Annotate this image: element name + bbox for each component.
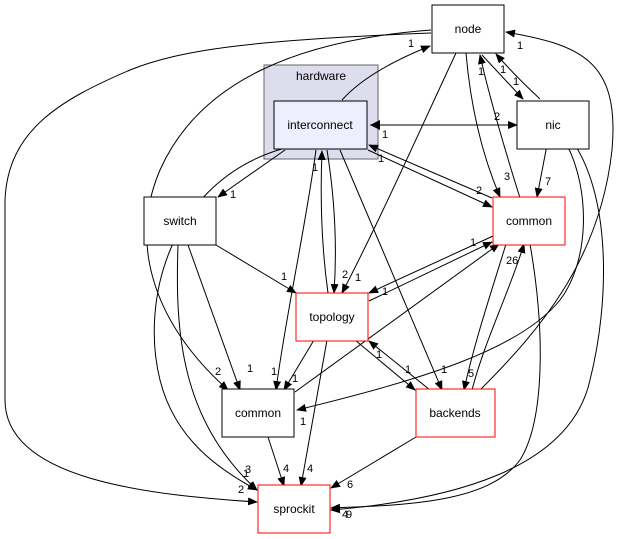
edge-switch-topology[interactable] <box>215 244 297 294</box>
node-common-left[interactable]: common <box>221 388 295 438</box>
edge-topology-sprockit[interactable] <box>298 339 328 487</box>
edge-common-interconnect[interactable] <box>368 144 493 199</box>
node-label: backends <box>429 406 480 420</box>
edge-label: 1 <box>408 38 414 50</box>
node-label: common <box>235 406 281 420</box>
edge-label: 1 <box>230 189 236 201</box>
edge-interconnect-common-left[interactable] <box>273 149 317 391</box>
edge-label: 2 <box>476 185 482 197</box>
edge-interconnect-topology[interactable] <box>326 149 339 294</box>
edge-label: 4 <box>342 509 348 521</box>
edge-label: 1 <box>517 40 523 52</box>
edge-label: 1 <box>405 364 411 376</box>
edge-label: 1 <box>247 363 253 375</box>
edge-label: 1 <box>243 468 249 480</box>
node-nic[interactable]: nic <box>516 100 590 150</box>
edge-label: 1 <box>470 237 476 249</box>
node-label: interconnect <box>287 118 353 132</box>
edge-interconnect-backends[interactable] <box>339 149 443 391</box>
edge-label: 1 <box>382 286 388 298</box>
edge-label: 1 <box>382 129 388 141</box>
edge-label: 6 <box>347 479 353 491</box>
edge-label: 1 <box>281 271 287 283</box>
node-label: sprockit <box>273 502 315 516</box>
edge-common-left-sprockit[interactable] <box>267 436 286 487</box>
edge-label: 1 <box>300 416 306 428</box>
edge-label: 1 <box>376 349 382 361</box>
node-interconnect[interactable]: interconnect <box>273 100 368 150</box>
node-switch[interactable]: switch <box>143 196 217 246</box>
node-label: node <box>455 22 482 36</box>
edge-backends-sprockit[interactable] <box>330 436 417 489</box>
edge-switch-common-left[interactable] <box>187 244 241 391</box>
edge-label: 1 <box>441 364 447 376</box>
edge-label: 2 <box>238 484 244 496</box>
node-common-right[interactable]: common <box>492 196 566 246</box>
dependency-graph: hardware 1 2 1 2 1 1 2 1 1 1 3 1 1 1 1 3… <box>4 4 614 534</box>
node-label: switch <box>163 214 196 228</box>
edge-label: 4 <box>307 463 313 475</box>
edge-nic-common[interactable] <box>534 144 548 198</box>
edge-topology-interconnect[interactable] <box>317 150 329 294</box>
edge-label: 3 <box>504 171 510 183</box>
node-label: common <box>506 214 552 228</box>
edge-label: 1 <box>271 366 277 378</box>
edge-interconnect-common[interactable] <box>367 149 493 208</box>
edge-label: 1 <box>378 153 384 165</box>
edge-label: 1 <box>292 373 298 385</box>
edge-label: 1 <box>478 66 484 78</box>
node-label: topology <box>309 310 354 324</box>
cluster-label: hardware <box>296 69 346 83</box>
edge-label: 7 <box>545 176 551 188</box>
edge-label: 1 <box>513 76 519 88</box>
edge-label: 5 <box>468 368 474 380</box>
edge-interconnect-switch[interactable] <box>217 149 286 198</box>
node-backends[interactable]: backends <box>415 388 496 438</box>
edge-label: 4 <box>283 463 289 475</box>
edge-topology-common-left[interactable] <box>283 339 315 391</box>
edge-label: 2 <box>342 269 348 281</box>
edge-label: 1 <box>355 272 361 284</box>
node-node[interactable]: node <box>431 4 505 54</box>
node-topology[interactable]: topology <box>295 292 369 342</box>
edge-label: 1 <box>500 64 506 76</box>
edge-label: 2 <box>215 366 221 378</box>
node-label: nic <box>545 118 560 132</box>
node-sprockit[interactable]: sprockit <box>257 484 331 534</box>
edge-label: 26 <box>506 255 518 267</box>
